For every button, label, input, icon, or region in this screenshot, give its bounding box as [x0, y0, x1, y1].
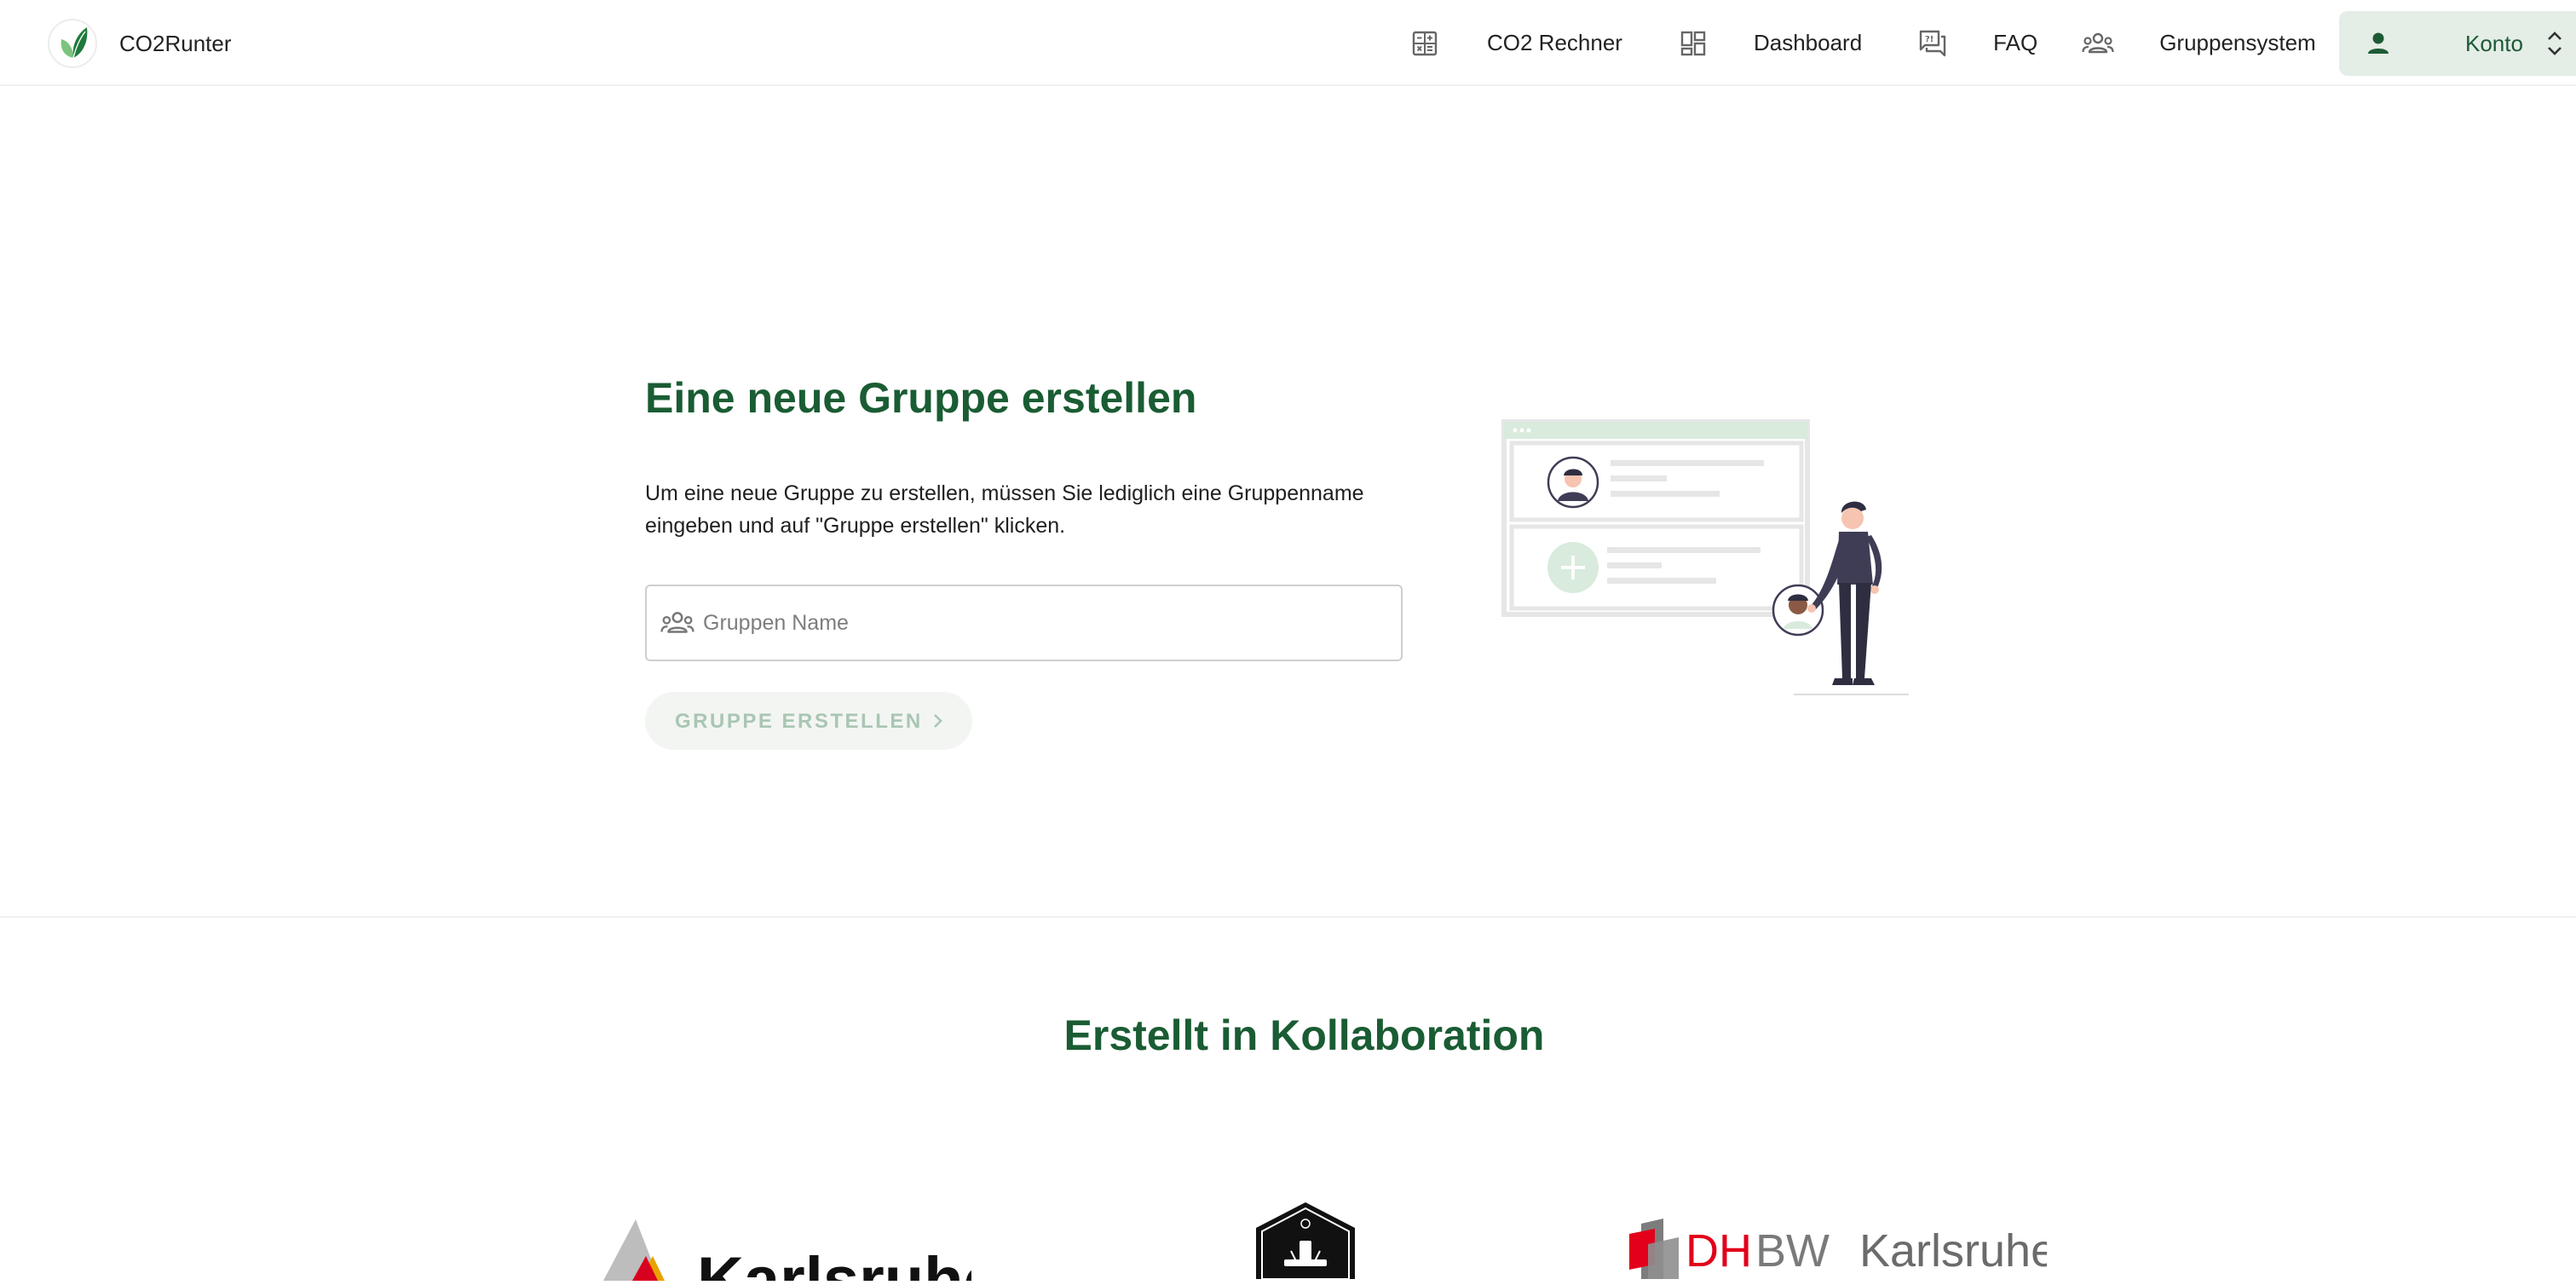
dashboard-icon: [1676, 26, 1710, 61]
partner-name-karlsruhe: Karlsruhe: [697, 1244, 971, 1281]
nav-label-co2-rechner: CO2 Rechner: [1487, 30, 1622, 55]
nav-item-co2-rechner[interactable]: CO2 Rechner: [1408, 0, 1622, 86]
nav-item-dashboard[interactable]: Dashboard: [1676, 0, 1862, 86]
app-name: CO2Runter: [119, 30, 232, 56]
partner-logo-emblem[interactable]: [1250, 1200, 1361, 1283]
top-navigation-bar: CO2Runter CO2 Rechner Dashboard ?! FAQ G…: [0, 0, 2576, 86]
faq-icon: ?!: [1916, 26, 1950, 61]
collaboration-title: Erstellt in Kollaboration: [1063, 1011, 1545, 1059]
partner-logo-karlsruhe[interactable]: Karlsruhe: [596, 1217, 1000, 1285]
main-nav: CO2 Rechner Dashboard ?! FAQ Gruppensyst…: [1408, 0, 2316, 86]
group-name-input[interactable]: [703, 586, 1385, 660]
groups-icon: [660, 608, 694, 642]
group-name-field[interactable]: [645, 585, 1403, 661]
group-illustration: [1500, 418, 1909, 712]
brand[interactable]: CO2Runter: [48, 19, 232, 68]
svg-text:DH: DH: [1686, 1225, 1752, 1276]
person-icon: [2365, 30, 2392, 61]
groups-icon: [2081, 26, 2115, 61]
nav-label-gruppensystem: Gruppensystem: [2159, 30, 2316, 55]
svg-text:?!: ?!: [1925, 35, 1933, 44]
section-divider: [0, 916, 2576, 918]
create-group-button-label: GRUPPE ERSTELLEN: [675, 710, 923, 733]
account-label: Konto: [2465, 30, 2523, 56]
svg-text:Karlsruhe: Karlsruhe: [1859, 1225, 2047, 1276]
unfold-icon: [2545, 28, 2564, 63]
nav-label-faq: FAQ: [1993, 30, 2038, 55]
nav-item-gruppensystem[interactable]: Gruppensystem: [2081, 0, 2316, 86]
chevron-right-icon: [931, 710, 945, 735]
page-description: Um eine neue Gruppe zu erstellen, müssen…: [645, 481, 1364, 538]
account-menu-button[interactable]: Konto: [2339, 11, 2576, 76]
partner-logo-dhbw[interactable]: DH BW Karlsruhe: [1629, 1219, 2056, 1283]
calculator-icon: [1408, 26, 1442, 61]
leaf-logo-icon: [48, 19, 97, 68]
create-group-button[interactable]: GRUPPE ERSTELLEN: [645, 692, 972, 750]
nav-item-faq[interactable]: ?! FAQ: [1916, 0, 2037, 86]
page-title: Eine neue Gruppe erstellen: [645, 374, 1197, 422]
svg-text:BW: BW: [1755, 1225, 1830, 1276]
nav-label-dashboard: Dashboard: [1753, 30, 1863, 55]
